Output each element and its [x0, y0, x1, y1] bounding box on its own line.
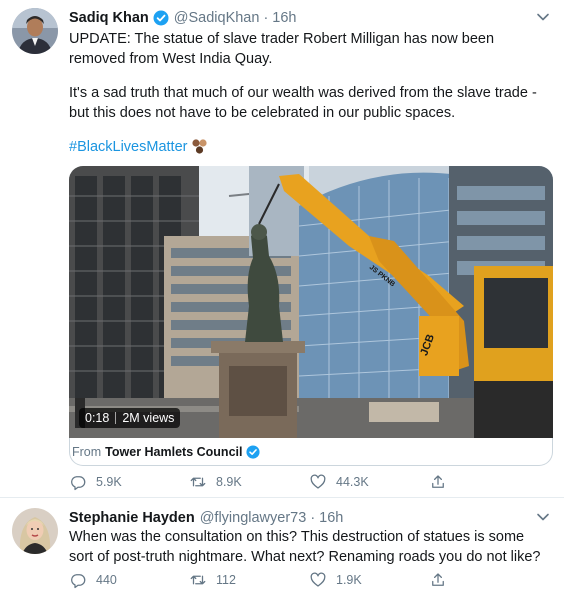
- hashtag-row: #BlackLivesMatter: [69, 137, 210, 157]
- retweet-icon: [190, 477, 206, 487]
- divider: [115, 412, 117, 424]
- tweet-header: Sadiq Khan @SadiqKhan · 16h: [69, 8, 296, 28]
- reply-button[interactable]: 440: [69, 570, 189, 590]
- author-name[interactable]: Sadiq Khan: [69, 10, 149, 26]
- like-count: 1.9K: [336, 573, 362, 587]
- timestamp[interactable]: 16h: [319, 510, 343, 526]
- hashtag-link[interactable]: #BlackLivesMatter: [69, 139, 187, 155]
- tweet-header: Stephanie Hayden @flyinglawyer73 · 16h: [69, 508, 343, 528]
- author-handle[interactable]: @SadiqKhan: [174, 10, 260, 26]
- retweet-button[interactable]: 112: [189, 570, 309, 590]
- source-account-link[interactable]: Tower Hamlets Council: [105, 445, 242, 459]
- video-views: 2M views: [122, 411, 175, 425]
- like-button[interactable]: 44.3K: [309, 472, 429, 492]
- tweet-text: When was the consultation on this? This …: [69, 529, 541, 565]
- tweet-text: UPDATE: The statue of slave trader Rober…: [69, 31, 495, 67]
- heart-icon: [310, 572, 326, 587]
- chevron-down-icon[interactable]: [536, 510, 550, 524]
- video-player[interactable]: JCB JS PKNB 0:18 2M views: [69, 166, 553, 438]
- share-button[interactable]: [429, 570, 469, 590]
- tweet-actions: 5.9K 8.9K 44.3K: [69, 472, 489, 492]
- share-button[interactable]: [429, 472, 469, 492]
- reply-icon: [71, 476, 86, 491]
- share-icon: [432, 573, 444, 586]
- separator: ·: [310, 510, 316, 526]
- like-button[interactable]: 1.9K: [309, 570, 429, 590]
- reply-count: 440: [96, 573, 117, 587]
- tweet-text: It's a sad truth that much of our wealth…: [69, 85, 537, 121]
- heart-icon: [310, 474, 326, 489]
- retweet-count: 8.9K: [216, 475, 242, 489]
- timestamp[interactable]: 16h: [272, 10, 296, 26]
- share-icon: [432, 475, 444, 488]
- tweet[interactable]: Stephanie Hayden @flyinglawyer73 · 16h W…: [0, 498, 564, 600]
- reply-icon: [71, 574, 86, 589]
- verified-badge-icon: [246, 444, 261, 459]
- author-handle[interactable]: @flyinglawyer73: [200, 510, 307, 526]
- raised-fists-emoji-icon: [190, 137, 210, 157]
- retweet-button[interactable]: 8.9K: [189, 472, 309, 492]
- video-duration-badge: 0:18 2M views: [79, 408, 181, 428]
- avatar[interactable]: [12, 8, 58, 54]
- tweet[interactable]: Sadiq Khan @SadiqKhan · 16h UPDATE: The …: [0, 0, 564, 498]
- like-count: 44.3K: [336, 475, 369, 489]
- tweet-actions: 440 112 1.9K: [69, 570, 489, 590]
- avatar[interactable]: [12, 508, 58, 554]
- retweet-icon: [190, 575, 206, 585]
- reply-button[interactable]: 5.9K: [69, 472, 189, 492]
- media-source: From Tower Hamlets Council: [69, 438, 553, 466]
- reply-count: 5.9K: [96, 475, 122, 489]
- source-prefix: From: [72, 444, 102, 459]
- author-name[interactable]: Stephanie Hayden: [69, 510, 195, 526]
- chevron-down-icon[interactable]: [536, 10, 550, 24]
- video-duration: 0:18: [85, 411, 110, 425]
- separator: ·: [263, 10, 269, 26]
- retweet-count: 112: [216, 573, 236, 587]
- verified-badge-icon: [153, 10, 169, 26]
